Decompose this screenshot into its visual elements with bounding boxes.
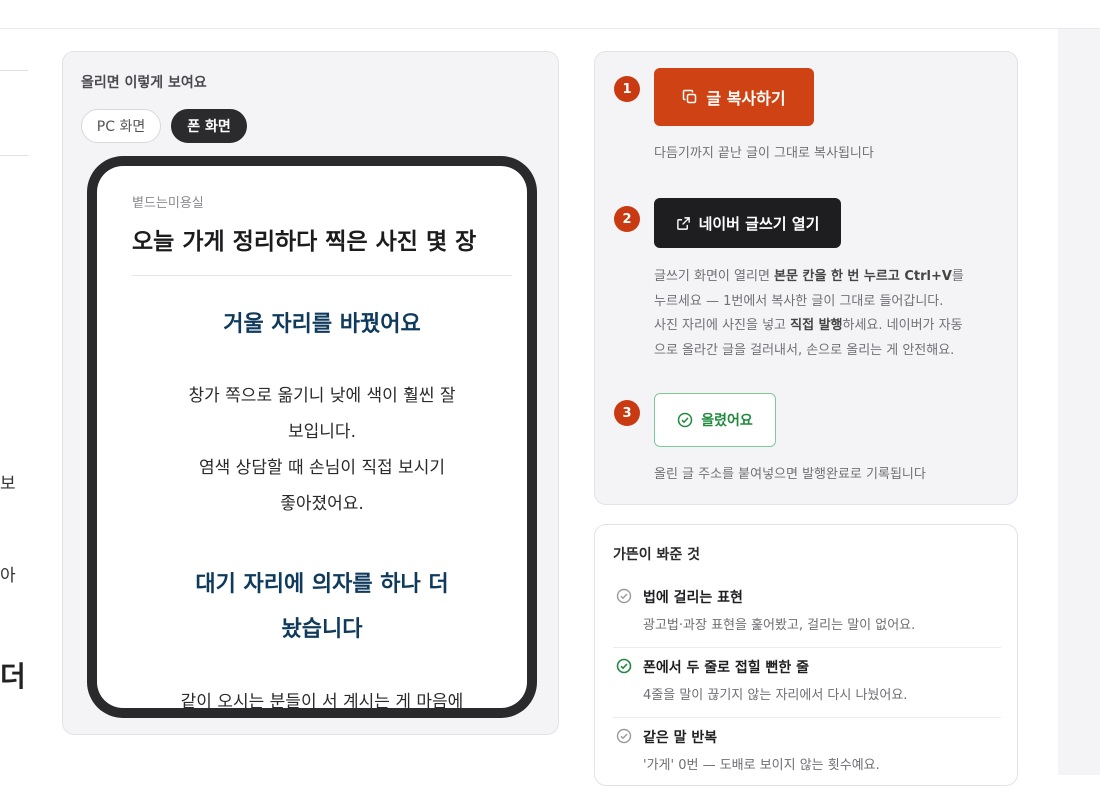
post-divider <box>132 275 512 276</box>
review-item-description: 광고법·과장 표현을 훑어봤고, 걸리는 말이 없어요. <box>643 618 916 633</box>
review-item-description: 4줄을 말이 끊기지 않는 자리에서 다시 나눴어요. <box>643 688 908 703</box>
divider <box>613 647 1001 648</box>
divider <box>0 70 28 71</box>
cropped-text: 보 <box>0 474 16 494</box>
check-circle-icon <box>616 728 632 748</box>
divider <box>0 155 28 156</box>
step-3-description: 올린 글 주소를 붙여넣으면 발행완료로 기록됩니다 <box>654 467 926 482</box>
preview-title: 올리면 이렇게 보여요 <box>81 75 207 91</box>
copy-post-label: 글 복사하기 <box>706 89 786 108</box>
steps-panel: 1 글 복사하기 다듬기까지 끝난 글이 그대로 복사됩니다 2 네이버 글쓰기… <box>594 51 1018 505</box>
phone-screen[interactable]: 볕드는미용실 오늘 가게 정리하다 찍은 사진 몇 장 거울 자리를 바꿨어요 … <box>97 166 527 708</box>
phone-frame: 볕드는미용실 오늘 가게 정리하다 찍은 사진 몇 장 거울 자리를 바꿨어요 … <box>87 156 537 718</box>
post-paragraph-line: 창가 쪽으로 옮기니 낮에 색이 훨씬 잘 <box>188 386 456 406</box>
pc-view-toggle[interactable]: PC 화면 <box>81 109 161 143</box>
post-paragraph-line: 염색 상담할 때 손님이 직접 보시기 <box>199 458 445 478</box>
post-heading: 놨습니다 <box>281 617 363 642</box>
review-item: 폰에서 두 줄로 접힐 뻔한 줄 4줄을 말이 끊기지 않는 자리에서 다시 나… <box>613 655 1001 724</box>
shop-name: 볕드는미용실 <box>132 196 204 211</box>
open-naver-editor-button[interactable]: 네이버 글쓰기 열기 <box>654 198 841 248</box>
posted-confirm-label: 올렸어요 <box>701 413 753 429</box>
step-number-badge: 1 <box>614 76 640 102</box>
step-2-line-4: 으로 올라간 글을 걸러내서, 손으로 올리는 게 안전해요. <box>654 342 955 358</box>
post-heading: 거울 자리를 바꿨어요 <box>223 312 421 337</box>
step-2-line-3: 사진 자리에 사진을 넣고 직접 발행하세요. 네이버가 자동 <box>654 318 963 333</box>
open-naver-editor-label: 네이버 글쓰기 열기 <box>698 214 820 233</box>
copy-post-button[interactable]: 글 복사하기 <box>654 68 814 126</box>
review-item-title: 법에 걸리는 표현 <box>643 590 743 606</box>
post-paragraph-line: 좋아졌어요. <box>280 494 364 514</box>
step-2-description: 글쓰기 화면이 열리면 본문 칸을 한 번 누르고 Ctrl+V를 누르세요 —… <box>654 265 964 363</box>
review-item-title: 같은 말 반복 <box>643 730 718 746</box>
check-circle-icon <box>677 412 693 428</box>
posted-confirm-button[interactable]: 올렸어요 <box>654 393 776 447</box>
phone-view-toggle[interactable]: 폰 화면 <box>171 109 247 143</box>
divider <box>613 717 1001 718</box>
check-circle-icon <box>616 588 632 608</box>
review-item: 같은 말 반복 '가게' 0번 — 도배로 보이지 않는 횟수예요. <box>613 725 1001 794</box>
step-number-badge: 2 <box>614 206 640 232</box>
post-paragraph-line: 보입니다. <box>288 422 356 442</box>
cropped-text: 아 <box>0 566 16 586</box>
copy-icon <box>682 89 698 105</box>
top-bar <box>0 0 1100 29</box>
step-2-line-2: 누르세요 — 1번에서 복사한 글이 그대로 들어갑니다. <box>654 293 944 309</box>
post-title: 오늘 가게 정리하다 찍은 사진 몇 장 <box>132 229 477 255</box>
review-item: 법에 걸리는 표현 광고법·과장 표현을 훑어봤고, 걸리는 말이 없어요. <box>613 585 1001 654</box>
step-number-badge: 3 <box>614 400 640 426</box>
review-panel: 가뜬이 봐준 것 법에 걸리는 표현 광고법·과장 표현을 훑어봤고, 걸리는 … <box>594 524 1018 786</box>
review-item-description: '가게' 0번 — 도배로 보이지 않는 횟수예요. <box>643 758 880 773</box>
post-heading: 대기 자리에 의자를 하나 더 <box>195 572 449 597</box>
right-gutter <box>1058 29 1100 775</box>
preview-panel: 올리면 이렇게 보여요 PC 화면 폰 화면 볕드는미용실 오늘 가게 정리하다… <box>62 51 559 735</box>
review-title: 가뜬이 봐준 것 <box>613 547 701 563</box>
step-1-description: 다듬기까지 끝난 글이 그대로 복사됩니다 <box>654 146 874 161</box>
check-circle-icon <box>616 658 632 678</box>
step-2-line-1: 글쓰기 화면이 열리면 본문 칸을 한 번 누르고 Ctrl+V를 <box>654 269 964 284</box>
cropped-heading: 더 <box>0 660 26 693</box>
post-paragraph-line: 같이 오시는 분들이 서 계시는 게 마음에 <box>180 692 464 708</box>
external-link-icon <box>676 216 691 231</box>
review-item-title: 폰에서 두 줄로 접힐 뻔한 줄 <box>643 660 810 676</box>
